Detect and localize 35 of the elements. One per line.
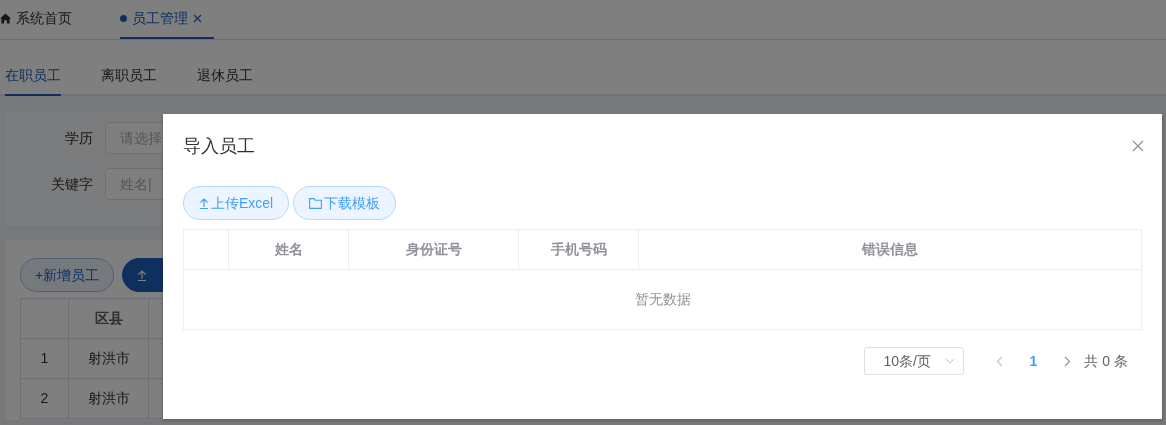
download-button[interactable]: 下载模板 <box>293 186 397 220</box>
home-icon <box>0 13 11 24</box>
column-header: 区县 <box>69 299 149 339</box>
field-label: 学历 <box>64 128 93 148</box>
dialog-title: 导入员工 <box>183 135 255 158</box>
upload-icon <box>199 197 209 209</box>
active-dot-icon <box>120 15 127 22</box>
table-cell: 射洪市 <box>69 379 149 419</box>
column-header: 姓名 <box>229 230 349 270</box>
upload-icon <box>137 269 148 281</box>
tab[interactable]: 系统首页 <box>0 0 84 39</box>
tab[interactable]: 离职员工 <box>101 65 157 96</box>
tab[interactable]: 在职员工 <box>5 65 61 96</box>
total-count: 共 0 条 <box>1084 351 1128 371</box>
chevron-left-icon <box>995 355 1003 367</box>
folder-icon <box>309 197 323 209</box>
close-icon <box>193 14 202 23</box>
tab[interactable]: 退休员工 <box>197 65 253 96</box>
field-label: 关键字 <box>50 174 93 194</box>
caret-icon <box>945 358 956 364</box>
row-number: 1 <box>21 339 69 379</box>
page-size-select[interactable]: 10条/页 <box>864 347 965 375</box>
upload-button[interactable]: 上传Excel <box>183 186 290 220</box>
tab-label: 系统首页 <box>16 9 72 28</box>
column-header: 错误信息 <box>639 230 1141 270</box>
add-button[interactable]: +新增员工 <box>20 258 115 292</box>
column-header: 身份证号 <box>349 230 519 270</box>
chevron-right-icon <box>1063 355 1071 367</box>
row-number: 2 <box>21 379 69 419</box>
tab-label: 员工管理 <box>132 9 188 28</box>
empty-text: 暂无数据 <box>634 290 691 309</box>
table-cell: 射洪市 <box>69 339 149 379</box>
column-header: 手机号码 <box>519 230 639 270</box>
page-number[interactable]: 1 <box>1018 347 1049 375</box>
close-icon[interactable] <box>1132 140 1144 152</box>
